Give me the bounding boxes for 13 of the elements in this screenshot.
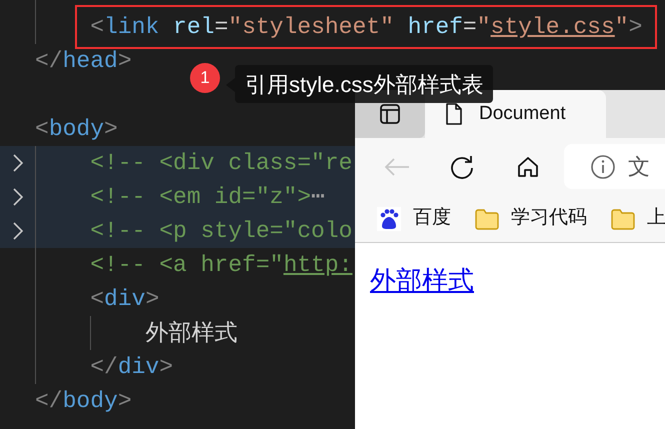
code-line: <!-- <em id="z">⋯ [90,183,325,212]
code-line: </head> [35,47,132,76]
code-line: <!-- <a href="http: [90,251,352,280]
address-text: 文 [628,153,650,181]
step-badge: 1 [190,63,220,93]
code-line: <body> [35,115,118,144]
code-line: </body> [35,387,132,416]
code-line: <!-- <p style="colo [90,217,352,246]
annotation-tooltip: 引用style.css外部样式表 [235,65,494,103]
code-line: <div> [90,285,160,314]
code-line: <!-- <div class="re [90,149,352,178]
code-line: </div> [90,353,174,382]
code-line: 外部样式 [145,318,238,348]
